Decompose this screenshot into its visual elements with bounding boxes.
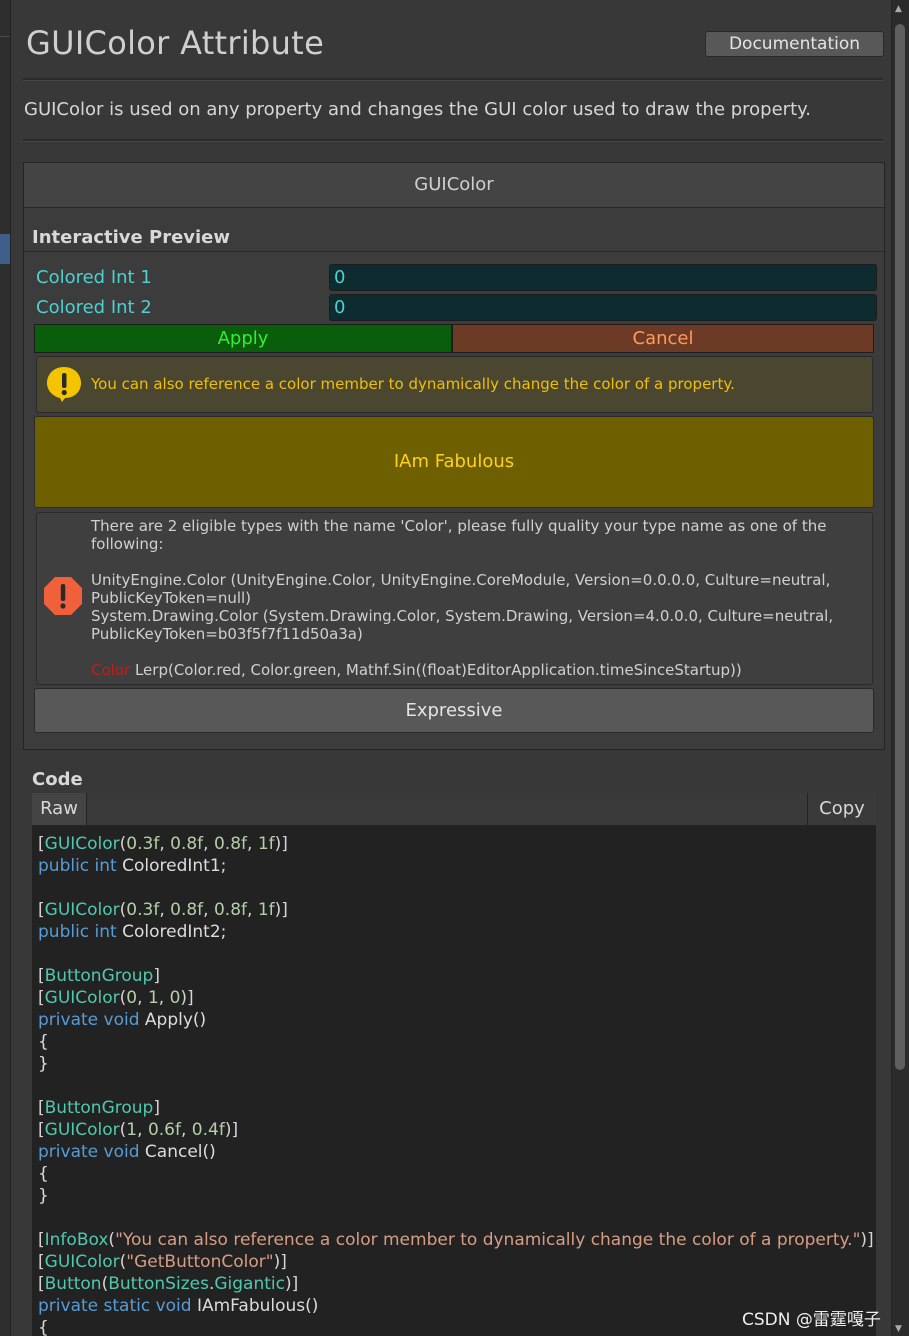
info-box-text: You can also reference a color member to… — [91, 375, 735, 393]
colored-int-1-label: Colored Int 1 — [36, 267, 152, 288]
code-section-label: Code — [32, 769, 83, 790]
expressive-button[interactable]: Expressive — [34, 688, 874, 733]
left-strip-selection — [0, 234, 10, 264]
info-box: You can also reference a color member to… — [36, 356, 873, 413]
colored-int-1-field[interactable]: 0 — [329, 264, 877, 291]
code-toolbar: Raw Copy — [32, 793, 876, 826]
error-line-3: System.Drawing.Color (System.Drawing.Col… — [91, 607, 834, 643]
left-strip-divider — [0, 36, 10, 37]
copy-button[interactable]: Copy — [807, 793, 876, 825]
error-expression-type: Color — [91, 661, 131, 679]
example-panel-title: GUIColor — [24, 163, 884, 208]
attribute-description: GUIColor is used on any property and cha… — [24, 99, 811, 120]
scroll-up-icon[interactable]: ▲ — [895, 4, 902, 14]
interactive-preview-label: Interactive Preview — [32, 227, 231, 248]
error-icon — [44, 577, 82, 615]
tab-raw[interactable]: Raw — [32, 793, 87, 825]
example-panel: GUIColor Interactive Preview Colored Int… — [23, 162, 885, 750]
error-expression: Color Lerp(Color.red, Color.green, Mathf… — [91, 661, 861, 679]
error-line-2: UnityEngine.Color (UnityEngine.Color, Un… — [91, 571, 831, 607]
error-line-1: There are 2 eligible types with the name… — [91, 517, 827, 553]
cancel-button[interactable]: Cancel — [452, 324, 874, 353]
description-divider — [23, 139, 883, 142]
code-view[interactable]: [GUIColor(0.3f, 0.8f, 0.8f, 1f)] public … — [32, 826, 876, 1336]
scroll-down-icon[interactable]: ▼ — [895, 1324, 902, 1334]
colored-int-2-label: Colored Int 2 — [36, 297, 152, 318]
section-divider — [24, 251, 884, 252]
page-title: GUIColor Attribute — [26, 24, 325, 62]
error-box: There are 2 eligible types with the name… — [36, 512, 873, 685]
scrollbar-thumb[interactable] — [895, 24, 905, 1070]
code-text: [GUIColor(0.3f, 0.8f, 0.8f, 1f)] public … — [38, 834, 874, 1336]
vertical-scrollbar[interactable]: ▲ ▼ — [891, 0, 909, 1336]
apply-button[interactable]: Apply — [34, 324, 452, 353]
colored-int-2-field[interactable]: 0 — [329, 294, 877, 321]
watermark: CSDN @雷霆嘎子 — [742, 1310, 881, 1330]
error-message: There are 2 eligible types with the name… — [91, 517, 861, 679]
warning-icon — [47, 367, 81, 402]
i-am-fabulous-button[interactable]: IAm Fabulous — [34, 416, 874, 508]
left-panel-strip — [0, 0, 11, 1336]
header-divider — [23, 78, 883, 81]
documentation-button[interactable]: Documentation — [705, 31, 884, 57]
error-expression-rest: Lerp(Color.red, Color.green, Mathf.Sin((… — [134, 661, 742, 679]
